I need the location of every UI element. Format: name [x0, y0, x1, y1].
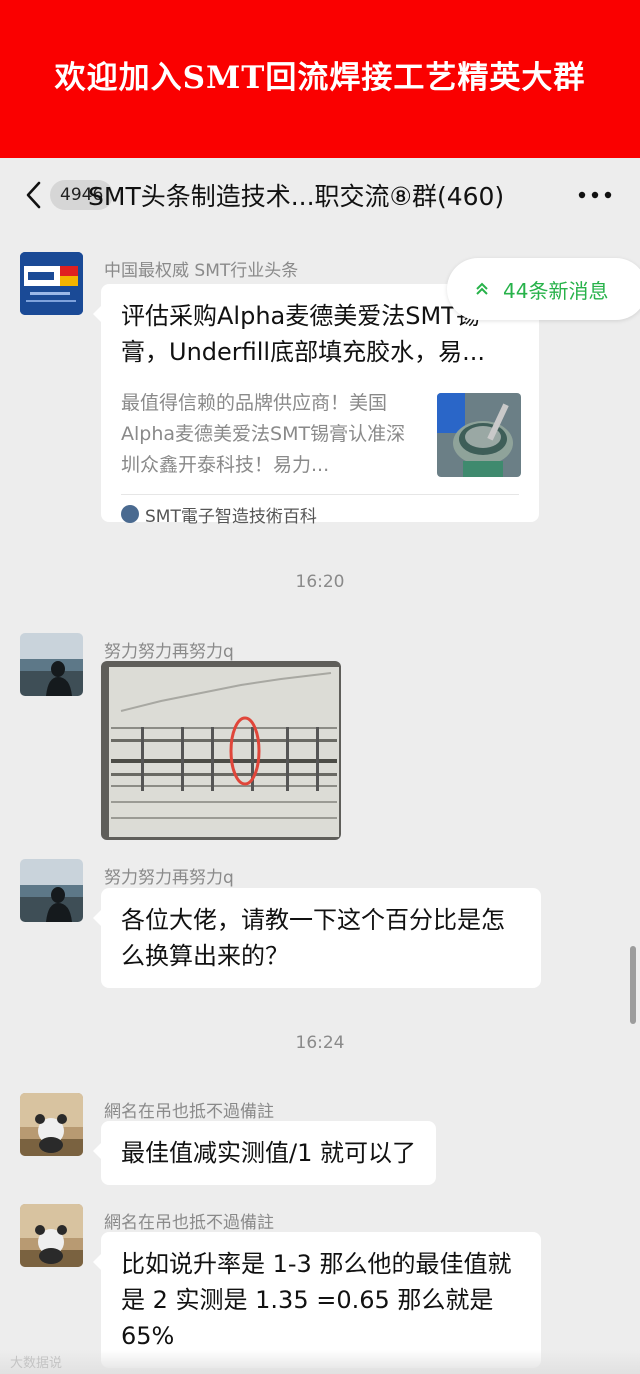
message-bubble[interactable]: 各位大佬，请教一下这个百分比是怎么换算出来的？: [93, 888, 541, 988]
sender-name: 網名在吊也抵不過備註: [104, 1102, 274, 1122]
avatar-photo: [20, 859, 83, 922]
double-chevron-up-icon: [476, 282, 488, 295]
ellipsis-icon[interactable]: [578, 191, 612, 199]
timestamp: 16:24: [295, 1033, 345, 1053]
card-source: SMT電子智造技術百科: [145, 507, 317, 527]
new-messages-button[interactable]: 44条新消息: [447, 258, 640, 320]
smt-logo-icon: [20, 252, 83, 315]
image-message[interactable]: [101, 661, 341, 840]
message-bubble[interactable]: 比如说升率是 1-3 那么他的最佳值就是 2 实测是 1.35 =0.65 那么…: [93, 1232, 541, 1368]
new-messages-label: 44条新消息: [503, 279, 609, 303]
scrollbar[interactable]: [630, 946, 636, 1024]
avatar[interactable]: [20, 1093, 83, 1156]
avatar[interactable]: [20, 252, 83, 315]
card-divider: [121, 494, 519, 495]
avatar[interactable]: [20, 1204, 83, 1267]
watermark-text: 大数据说: [10, 1356, 63, 1371]
screenshot-image: [101, 661, 341, 840]
avatar[interactable]: [20, 859, 83, 922]
card-description: 最值得信赖的品牌供应商！美国Alpha麦德美爱法SMT锡膏认准深圳众鑫开泰科技！…: [121, 392, 406, 476]
top-banner: 欢迎加入SMT回流焊接工艺精英大群: [0, 0, 640, 158]
avatar[interactable]: [20, 633, 83, 696]
avatar-photo: [20, 1204, 83, 1267]
watermark-strip: 大数据说: [0, 1350, 640, 1374]
chat-title: SMT头条制造技术...职交流⑧群(460): [88, 182, 505, 211]
avatar-photo: [20, 1093, 83, 1156]
sender-name: 網名在吊也抵不過備註: [104, 1213, 274, 1233]
sender-name: 中国最权威 SMT行业头条: [104, 261, 299, 281]
avatar-photo: [20, 633, 83, 696]
sender-name: 努力努力再努力q: [104, 868, 234, 888]
sender-name: 努力努力再努力q: [104, 642, 234, 662]
source-avatar-icon: [121, 505, 139, 523]
banner-title: 欢迎加入SMT回流焊接工艺精英大群: [54, 59, 586, 96]
card-thumbnail: [437, 393, 521, 477]
timestamp: 16:20: [295, 572, 345, 592]
chevron-left-icon[interactable]: [22, 180, 48, 210]
chat-navbar: 4946 SMT头条制造技术...职交流⑧群(460): [0, 158, 640, 230]
message-bubble[interactable]: 最佳值减实测值/1 就可以了: [93, 1121, 436, 1185]
